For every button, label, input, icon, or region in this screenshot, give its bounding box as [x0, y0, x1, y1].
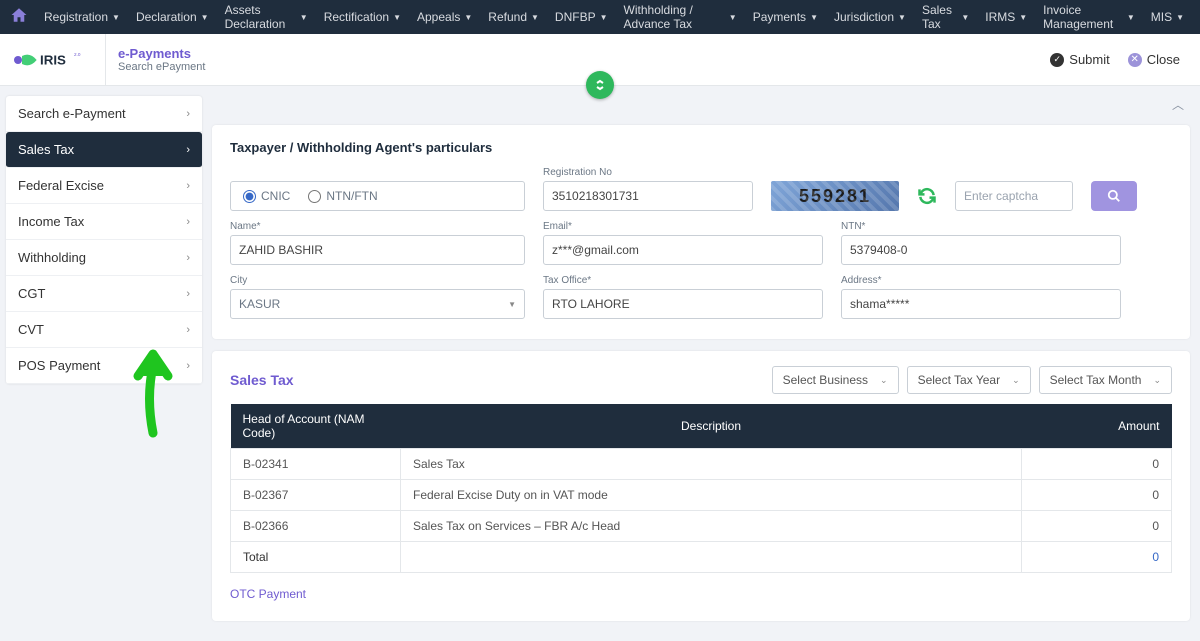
id-type-radio-group: CNIC NTN/FTN	[230, 181, 525, 211]
sidebar-item-sales-tax[interactable]: Sales Tax›	[6, 132, 202, 168]
svg-text:IRIS: IRIS	[40, 52, 66, 67]
table-header-code: Head of Account (NAM Code)	[231, 404, 401, 449]
input-regno[interactable]	[543, 181, 753, 211]
submit-label: Submit	[1069, 52, 1109, 67]
sidebar-item-search-epayment[interactable]: Search e-Payment›	[6, 96, 202, 132]
particulars-heading: Taxpayer / Withholding Agent's particula…	[230, 140, 1172, 155]
select-business[interactable]: Select Business⌄	[772, 366, 899, 394]
label-name: Name*	[230, 221, 525, 232]
table-row: B-02341Sales Tax0	[231, 449, 1172, 480]
table-header-amount: Amount	[1022, 404, 1172, 449]
nav-dnfbp[interactable]: DNFBP▼	[549, 10, 614, 24]
nav-mis[interactable]: MIS▼	[1145, 10, 1190, 24]
input-address[interactable]	[841, 289, 1121, 319]
nav-rectification[interactable]: Rectification▼	[318, 10, 407, 24]
sidebar-item-withholding[interactable]: Withholding›	[6, 240, 202, 276]
sales-tax-table: Head of Account (NAM Code) Description A…	[230, 404, 1172, 573]
refresh-captcha-icon[interactable]	[917, 186, 937, 211]
check-icon: ✓	[1050, 53, 1064, 67]
nav-invoice-management[interactable]: Invoice Management▼	[1037, 3, 1141, 31]
table-row: B-02367Federal Excise Duty on in VAT mod…	[231, 480, 1172, 511]
sales-tax-title: Sales Tax	[230, 372, 294, 388]
radio-ntn[interactable]: NTN/FTN	[308, 189, 377, 203]
close-button[interactable]: ✕ Close	[1128, 52, 1180, 67]
nav-refund[interactable]: Refund▼	[482, 10, 545, 24]
page-title-block: e-Payments Search ePayment	[106, 46, 205, 73]
radio-cnic[interactable]: CNIC	[243, 189, 290, 203]
input-email[interactable]	[543, 235, 823, 265]
label-address: Address*	[841, 275, 1121, 286]
input-ntn[interactable]	[841, 235, 1121, 265]
select-tax-year[interactable]: Select Tax Year⌄	[907, 366, 1031, 394]
search-button[interactable]	[1091, 181, 1137, 211]
label-taxoffice: Tax Office*	[543, 275, 823, 286]
nav-payments[interactable]: Payments▼	[747, 10, 824, 24]
collapse-toggle[interactable]	[586, 71, 614, 99]
sidebar-item-income-tax[interactable]: Income Tax›	[6, 204, 202, 240]
input-taxoffice[interactable]	[543, 289, 823, 319]
top-nav: Registration▼ Declaration▼ Assets Declar…	[0, 0, 1200, 34]
logo-area: IRIS 2.0	[10, 34, 106, 85]
close-label: Close	[1147, 52, 1180, 67]
sub-bar: IRIS 2.0 e-Payments Search ePayment ✓ Su…	[0, 34, 1200, 86]
submit-button[interactable]: ✓ Submit	[1050, 52, 1109, 67]
panel-collapse-row: ︿	[212, 96, 1190, 113]
table-header-desc: Description	[401, 404, 1022, 449]
otc-payment-link[interactable]: OTC Payment	[230, 587, 306, 601]
close-icon: ✕	[1128, 53, 1142, 67]
sidebar-item-cgt[interactable]: CGT›	[6, 276, 202, 312]
select-city[interactable]: KASUR▼	[230, 289, 525, 319]
sidebar-item-cvt[interactable]: CVT›	[6, 312, 202, 348]
input-name[interactable]	[230, 235, 525, 265]
sales-tax-card: Sales Tax Select Business⌄ Select Tax Ye…	[212, 351, 1190, 621]
page-subtitle: Search ePayment	[118, 61, 205, 73]
input-captcha[interactable]	[955, 181, 1073, 211]
iris-logo: IRIS 2.0	[10, 45, 90, 75]
svg-text:2.0: 2.0	[74, 52, 81, 57]
label-email: Email*	[543, 221, 823, 232]
label-ntn: NTN*	[841, 221, 1121, 232]
nav-jurisdiction[interactable]: Jurisdiction▼	[828, 10, 912, 24]
sidebar-item-pos-payment[interactable]: POS Payment›	[6, 348, 202, 384]
nav-appeals[interactable]: Appeals▼	[411, 10, 478, 24]
select-tax-month[interactable]: Select Tax Month⌄	[1039, 366, 1172, 394]
page-title: e-Payments	[118, 46, 205, 61]
sidebar-item-federal-excise[interactable]: Federal Excise›	[6, 168, 202, 204]
particulars-card: Taxpayer / Withholding Agent's particula…	[212, 125, 1190, 339]
nav-declaration[interactable]: Declaration▼	[130, 10, 215, 24]
table-total-row: Total0	[231, 542, 1172, 573]
captcha-image: 559281	[771, 181, 899, 211]
label-city: City	[230, 275, 525, 286]
table-row: B-02366Sales Tax on Services – FBR A/c H…	[231, 511, 1172, 542]
nav-withholding[interactable]: Withholding / Advance Tax▼	[618, 3, 743, 31]
nav-assets-declaration[interactable]: Assets Declaration▼	[219, 3, 314, 31]
home-icon[interactable]	[10, 6, 28, 29]
nav-sales-tax[interactable]: Sales Tax▼	[916, 3, 975, 31]
chevron-up-icon[interactable]: ︿	[1172, 96, 1184, 113]
sidebar: Search e-Payment› Sales Tax› Federal Exc…	[6, 96, 202, 384]
label-regno: Registration No	[543, 167, 753, 178]
nav-irms[interactable]: IRMS▼	[979, 10, 1033, 24]
nav-registration[interactable]: Registration▼	[38, 10, 126, 24]
